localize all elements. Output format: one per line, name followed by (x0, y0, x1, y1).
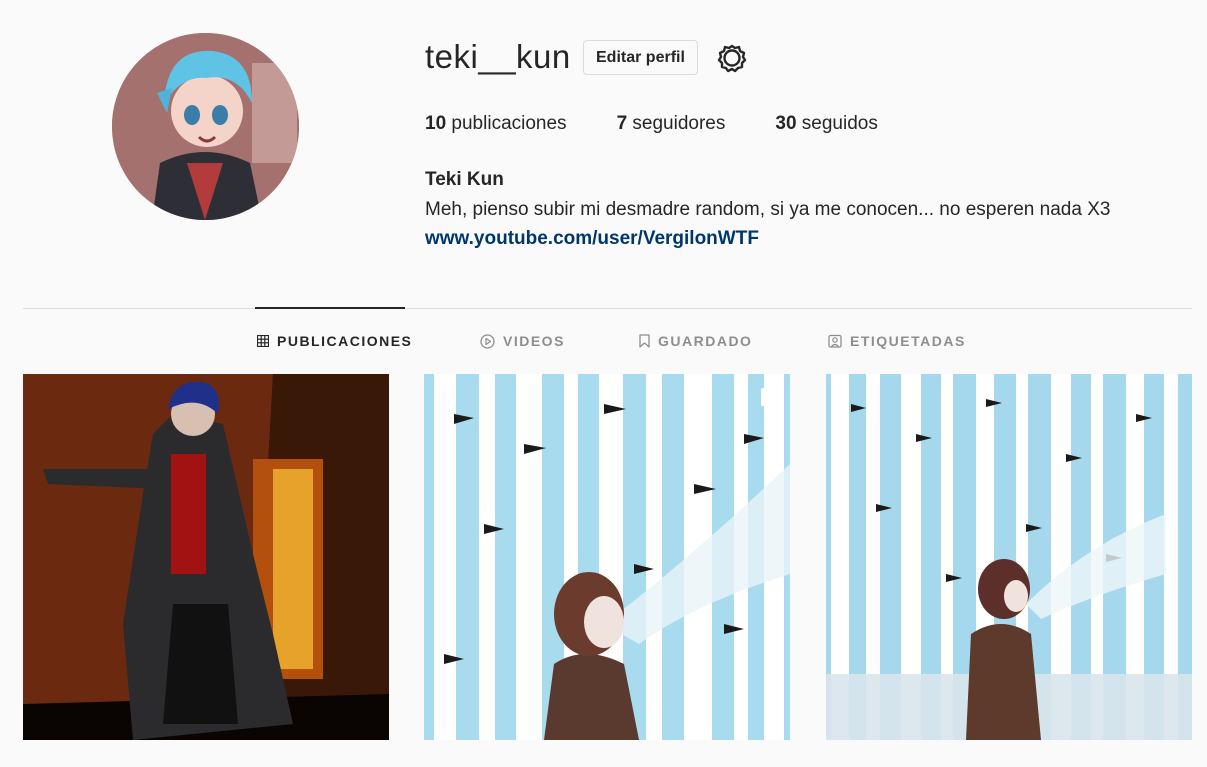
active-tab-indicator (255, 307, 405, 309)
profile-link[interactable]: www.youtube.com/user/VergilonWTF (425, 228, 759, 250)
profile-avatar[interactable] (112, 33, 299, 220)
posts-label: publicaciones (446, 113, 567, 134)
posts-stat: 10 publicaciones (425, 113, 567, 135)
followers-label: seguidores (627, 113, 726, 134)
post-thumbnail-1[interactable] (23, 374, 389, 740)
following-count: 30 (775, 113, 797, 134)
profile-stats: 10 publicaciones 7 seguidores 30 seguido… (425, 113, 928, 135)
tab-label-videos: VIDEOS (503, 333, 565, 349)
followers-stat[interactable]: 7 seguidores (617, 113, 726, 135)
post-thumbnail-3[interactable] (826, 374, 1192, 740)
post-thumbnail-2[interactable] (424, 374, 790, 740)
followers-count: 7 (616, 113, 628, 134)
tab-label-publicaciones: PUBLICACIONES (277, 333, 413, 349)
following-label: seguidos (796, 113, 878, 134)
tabs-divider (23, 308, 1192, 309)
bookmark-icon (639, 334, 650, 348)
multi-post-icon (761, 388, 779, 406)
profile-bio: Meh, pienso subir mi desmadre random, si… (425, 199, 1111, 220)
profile-username: teki__kun (425, 38, 571, 75)
gear-icon[interactable] (717, 43, 747, 73)
edit-profile-button[interactable]: Editar perfil (583, 40, 698, 75)
following-stat[interactable]: 30 seguidos (775, 113, 877, 135)
tab-guardado[interactable]: GUARDADO (639, 333, 752, 349)
tab-publicaciones[interactable]: PUBLICACIONES (257, 333, 412, 349)
tab-etiquetadas[interactable]: ETIQUETADAS (828, 333, 966, 349)
profile-full-name: Teki Kun (425, 169, 504, 190)
tagged-user-icon (828, 334, 842, 348)
posts-count: 10 (425, 113, 447, 134)
grid-icon (257, 335, 269, 347)
tab-label-etiquetadas: ETIQUETADAS (850, 333, 966, 349)
tab-videos[interactable]: VIDEOS (480, 333, 565, 349)
tab-label-guardado: GUARDADO (658, 333, 753, 349)
play-circle-icon (480, 333, 495, 349)
